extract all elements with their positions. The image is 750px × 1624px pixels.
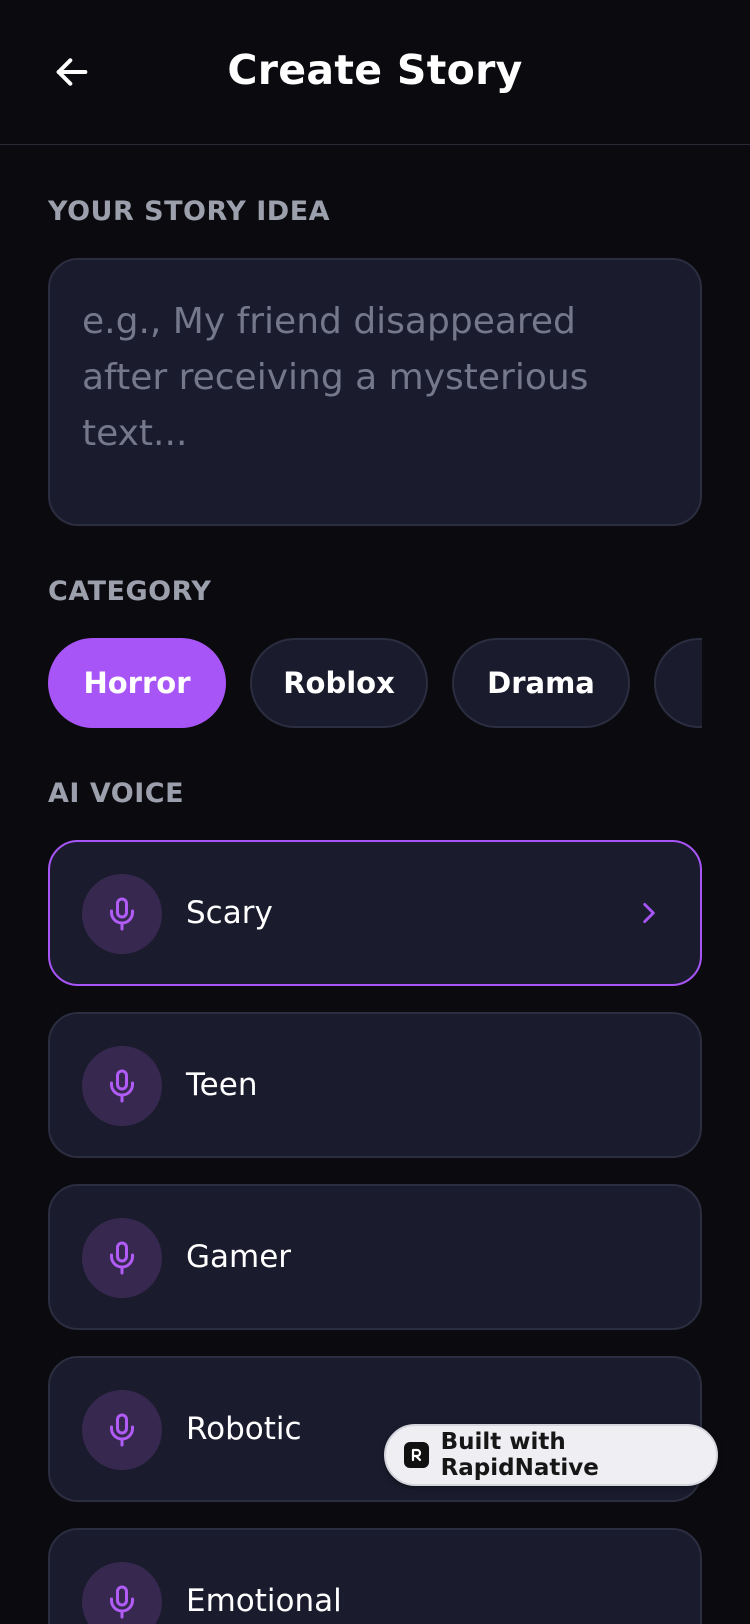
page-title: Create Story (227, 46, 523, 94)
rapidnative-logo-icon (404, 1442, 429, 1468)
voice-label: Scary (186, 895, 273, 931)
story-idea-label: YOUR STORY IDEA (48, 196, 331, 227)
create-story-screen: Create Story YOUR STORY IDEA CATEGORY Ho… (0, 0, 750, 1624)
microphone-icon (82, 1390, 162, 1470)
header-bar: Create Story (0, 0, 750, 145)
microphone-icon (82, 874, 162, 954)
story-idea-field[interactable] (48, 258, 702, 526)
chip-label: Drama (487, 666, 595, 700)
story-idea-input[interactable] (82, 294, 668, 490)
category-chip-drama[interactable]: Drama (452, 638, 630, 728)
built-with-badge[interactable]: Built with RapidNative (384, 1424, 718, 1486)
chip-label: Horror (83, 666, 191, 700)
category-chip-roblox[interactable]: Roblox (250, 638, 428, 728)
microphone-icon (82, 1562, 162, 1624)
microphone-icon (82, 1046, 162, 1126)
category-chip-horror[interactable]: Horror (48, 638, 226, 728)
badge-text: Built with RapidNative (440, 1429, 599, 1481)
voice-option-scary[interactable]: Scary (48, 840, 702, 986)
voice-option-gamer[interactable]: Gamer (48, 1184, 702, 1330)
category-chip-list[interactable]: Horror Roblox Drama F (48, 638, 702, 730)
chip-label: F (700, 666, 702, 700)
chip-label: Roblox (283, 666, 395, 700)
ai-voice-label: AI VOICE (48, 778, 185, 809)
voice-label: Emotional (186, 1583, 342, 1619)
voice-label: Gamer (186, 1239, 292, 1275)
voice-label: Teen (186, 1067, 258, 1103)
voice-label: Robotic (186, 1411, 302, 1447)
microphone-icon (82, 1218, 162, 1298)
category-label: CATEGORY (48, 576, 212, 607)
category-chip-f[interactable]: F (654, 638, 702, 728)
voice-option-emotional[interactable]: Emotional (48, 1528, 702, 1624)
voice-option-teen[interactable]: Teen (48, 1012, 702, 1158)
chevron-right-icon (634, 898, 664, 928)
